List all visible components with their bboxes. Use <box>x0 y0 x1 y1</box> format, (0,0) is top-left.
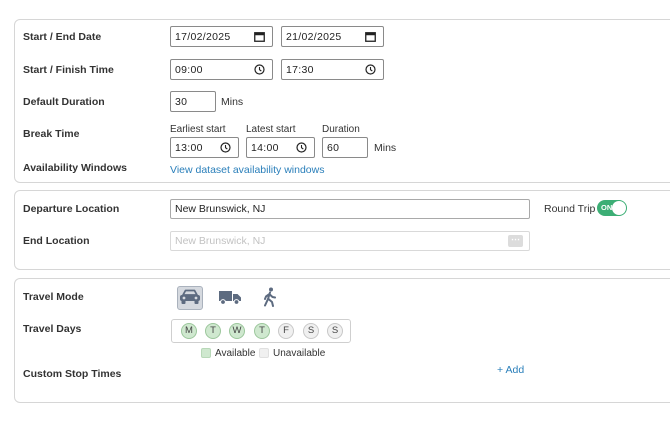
end-location-label: End Location <box>23 235 90 247</box>
round-trip-toggle[interactable]: ON <box>597 200 627 216</box>
calendar-icon[interactable] <box>252 30 266 44</box>
day-thursday[interactable]: T <box>254 323 270 339</box>
unavailable-swatch <box>259 348 269 358</box>
legend-unavailable: Unavailable <box>273 348 326 359</box>
available-swatch <box>201 348 211 358</box>
travel-mode-walk[interactable] <box>257 286 283 310</box>
day-wednesday[interactable]: W <box>229 323 245 339</box>
departure-location-value: New Brunswick, NJ <box>175 203 266 215</box>
view-availability-link[interactable]: View dataset availability windows <box>170 164 324 176</box>
break-time-label: Break Time <box>23 128 80 140</box>
custom-stop-times-label: Custom Stop Times <box>23 368 122 380</box>
more-icon: ⋯ <box>508 235 523 247</box>
latest-start-value: 14:00 <box>251 141 279 154</box>
day-tuesday[interactable]: T <box>205 323 221 339</box>
end-location-input: New Brunswick, NJ ⋯ <box>170 231 530 251</box>
travel-days-label: Travel Days <box>23 323 82 335</box>
finish-time-input[interactable]: 17:30 <box>281 59 384 80</box>
locations-panel: Departure Location New Brunswick, NJ Rou… <box>14 190 670 270</box>
round-trip-label: Round Trip <box>544 203 596 215</box>
duration-label: Duration <box>322 124 360 135</box>
availability-windows-label: Availability Windows <box>23 162 127 174</box>
start-finish-time-label: Start / Finish Time <box>23 64 114 76</box>
start-date-value: 17/02/2025 <box>175 30 231 43</box>
default-duration-unit: Mins <box>221 96 244 108</box>
legend-available: Available <box>215 348 256 359</box>
clock-icon[interactable] <box>218 141 232 155</box>
finish-time-value: 17:30 <box>286 63 314 76</box>
day-sunday[interactable]: S <box>327 323 343 339</box>
end-date-value: 21/02/2025 <box>286 30 342 43</box>
default-duration-input[interactable]: 30 <box>170 91 216 112</box>
toggle-knob <box>612 201 626 215</box>
day-monday[interactable]: M <box>181 323 197 339</box>
earliest-start-input[interactable]: 13:00 <box>170 137 239 158</box>
departure-location-label: Departure Location <box>23 203 120 215</box>
break-duration-unit: Mins <box>374 142 397 154</box>
travel-days-selector: M T W T F S S <box>171 319 351 343</box>
default-duration-value: 30 <box>175 95 188 108</box>
start-time-input[interactable]: 09:00 <box>170 59 273 80</box>
travel-mode-truck[interactable] <box>217 286 243 310</box>
clock-icon[interactable] <box>252 63 266 77</box>
default-duration-label: Default Duration <box>23 96 105 108</box>
travel-panel: Travel Mode Travel Days M T W T F S S Av… <box>14 278 670 403</box>
earliest-start-label: Earliest start <box>170 124 226 135</box>
walk-icon <box>262 287 278 310</box>
break-duration-input[interactable]: 60 <box>322 137 368 158</box>
earliest-start-value: 13:00 <box>175 141 203 154</box>
clock-icon[interactable] <box>294 141 308 155</box>
clock-icon[interactable] <box>363 63 377 77</box>
day-saturday[interactable]: S <box>303 323 319 339</box>
start-date-input[interactable]: 17/02/2025 <box>170 26 273 47</box>
add-stop-time-link[interactable]: + Add <box>497 364 524 376</box>
departure-location-input[interactable]: New Brunswick, NJ <box>170 199 530 219</box>
toggle-on-text: ON <box>601 203 613 212</box>
truck-icon <box>218 289 242 308</box>
calendar-icon[interactable] <box>363 30 377 44</box>
day-friday[interactable]: F <box>278 323 294 339</box>
travel-mode-car[interactable] <box>177 286 203 310</box>
end-location-value: New Brunswick, NJ <box>175 235 266 247</box>
schedule-panel: Start / End Date 17/02/2025 21/02/2025 S… <box>14 19 670 183</box>
car-icon <box>179 289 201 308</box>
start-end-date-label: Start / End Date <box>23 31 102 43</box>
travel-mode-label: Travel Mode <box>23 291 84 303</box>
latest-start-label: Latest start <box>246 124 296 135</box>
break-duration-value: 60 <box>327 141 340 154</box>
latest-start-input[interactable]: 14:00 <box>246 137 315 158</box>
end-date-input[interactable]: 21/02/2025 <box>281 26 384 47</box>
start-time-value: 09:00 <box>175 63 203 76</box>
